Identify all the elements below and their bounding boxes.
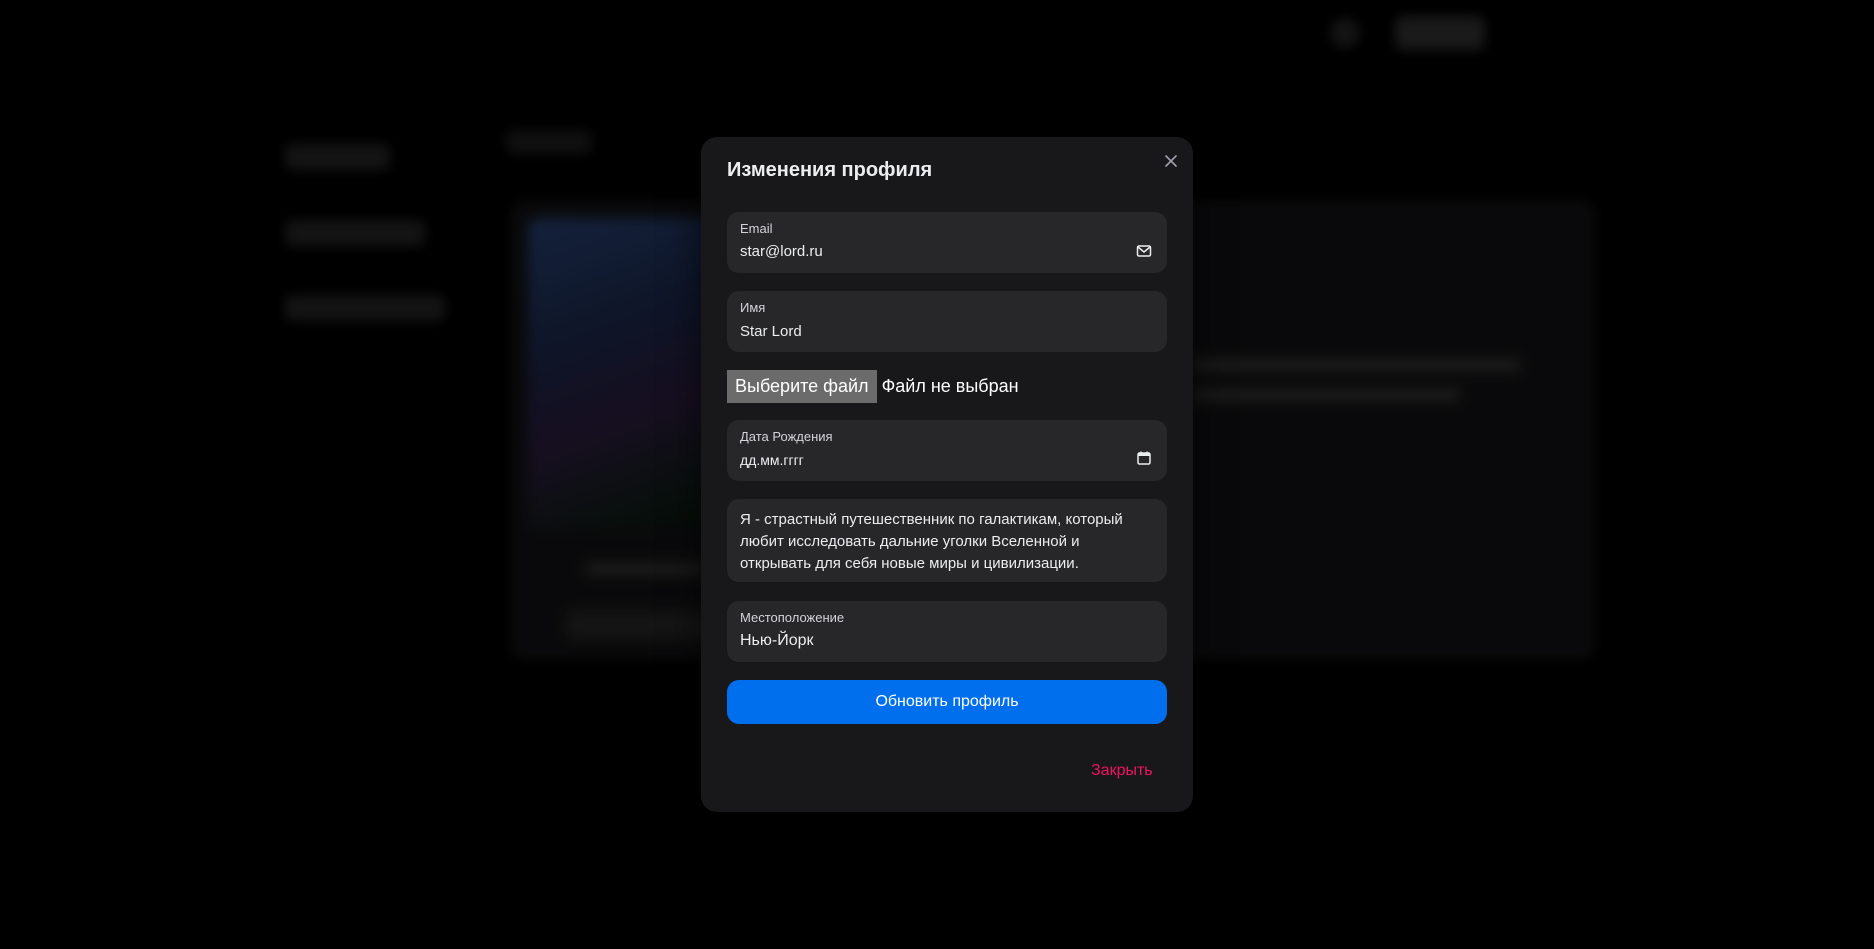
birthdate-placeholder[interactable]: дд.мм.гггг — [740, 452, 804, 468]
name-field[interactable]: Имя Star Lord — [727, 291, 1167, 352]
birthdate-label: Дата Рождения — [740, 429, 833, 444]
file-status: Файл не выбран — [881, 376, 1019, 396]
name-value[interactable]: Star Lord — [740, 323, 802, 340]
close-icon-glyph — [1165, 155, 1177, 167]
file-upload: Выберите файл Файл не выбран — [727, 370, 1019, 403]
close-icon[interactable] — [1161, 151, 1181, 171]
close-button[interactable]: Закрыть — [1091, 762, 1153, 780]
name-label: Имя — [740, 300, 766, 315]
mail-icon — [1135, 242, 1153, 260]
calendar-icon[interactable] — [1135, 449, 1153, 467]
modal-title: Изменения профиля — [727, 159, 933, 181]
location-field[interactable]: Местоположение Нью-Йорк — [727, 601, 1167, 662]
bio-textarea[interactable]: Я - страстный путешественник по галактик… — [727, 499, 1167, 582]
location-label: Местоположение — [740, 610, 845, 625]
email-value[interactable]: star@lord.ru — [740, 243, 823, 260]
email-label: Email — [740, 221, 773, 236]
choose-file-button[interactable]: Выберите файл — [727, 370, 877, 403]
email-field[interactable]: Email star@lord.ru — [727, 212, 1167, 273]
location-value[interactable]: Нью-Йорк — [740, 632, 814, 650]
update-profile-button[interactable]: Обновить профиль — [727, 680, 1167, 724]
birthdate-field[interactable]: Дата Рождения дд.мм.гггг — [727, 420, 1167, 481]
edit-profile-modal: Изменения профиля Email star@lord.ru Имя… — [701, 137, 1193, 812]
